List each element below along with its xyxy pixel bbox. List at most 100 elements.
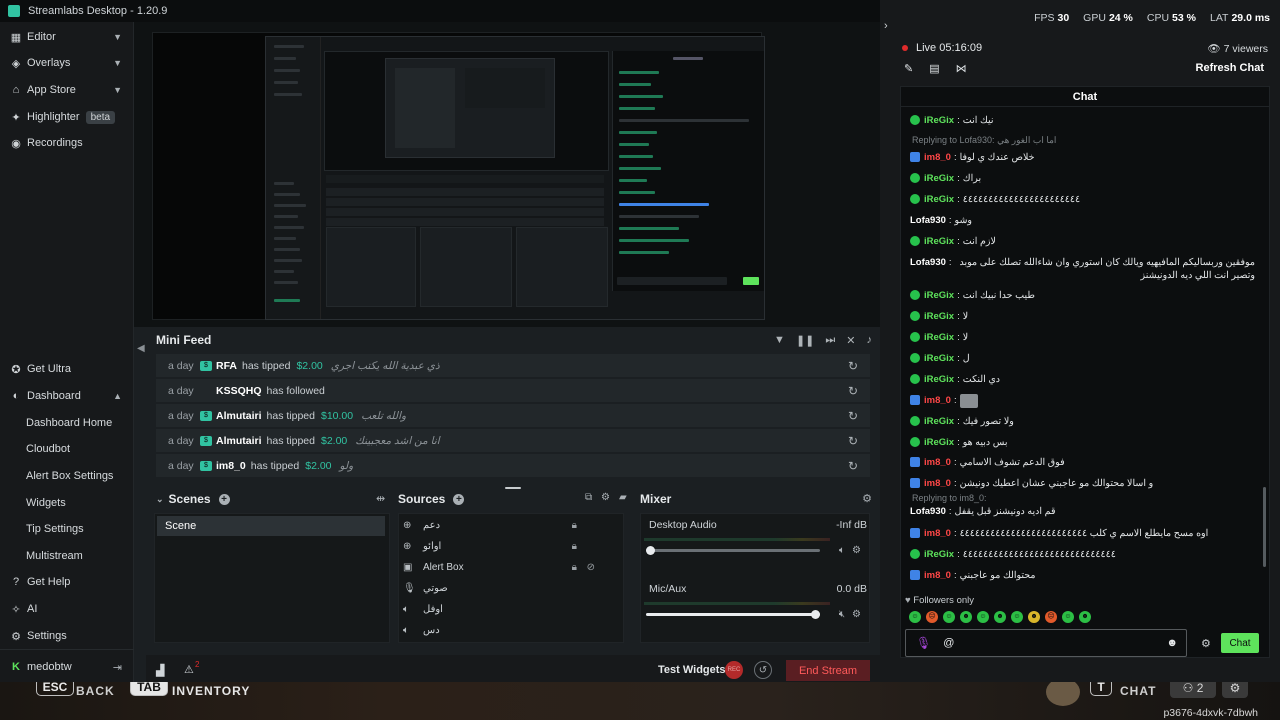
replay-icon[interactable]: ↻: [848, 409, 858, 423]
source-properties-icon[interactable]: ⚙: [601, 492, 610, 503]
volume-slider-knob[interactable]: [646, 546, 655, 555]
mixer-settings-icon[interactable]: ⚙: [862, 492, 872, 505]
emote-icon[interactable]: ☺: [943, 611, 955, 623]
collapse-right-icon[interactable]: ›: [884, 20, 888, 32]
emote-icon[interactable]: ☻: [1028, 611, 1040, 623]
sidebar-item-cloudbot[interactable]: Cloudbot: [0, 436, 134, 462]
emote-icon[interactable]: ☺: [977, 611, 989, 623]
sidebar-item-overlays[interactable]: ◈ Overlays ▼: [0, 50, 134, 76]
chat-username[interactable]: iReGix: [924, 352, 954, 365]
sidebar-item-alert-box-settings[interactable]: Alert Box Settings: [0, 463, 134, 489]
share-icon[interactable]: ⋈: [956, 62, 967, 75]
replay-icon[interactable]: ↻: [848, 384, 858, 398]
emote-icon[interactable]: ☻: [994, 611, 1006, 623]
performance-chart-icon[interactable]: ▟: [156, 664, 164, 677]
mute-icon[interactable]: 🔇︎: [839, 609, 845, 620]
emote-icon[interactable]: ☻: [960, 611, 972, 623]
volume-slider-knob[interactable]: [811, 610, 820, 619]
sidebar-item-app-store[interactable]: ⌂ App Store ▼: [0, 77, 134, 103]
add-source-icon[interactable]: +: [453, 493, 465, 505]
sidebar-item-dashboard[interactable]: ◐ Dashboard ▲: [0, 383, 134, 409]
source-folder-icon[interactable]: ▰: [619, 492, 627, 503]
chat-username[interactable]: im8_0: [924, 456, 951, 469]
chat-username[interactable]: iReGix: [924, 235, 954, 248]
source-item[interactable]: ⊕ اوائو 🔒︎: [403, 536, 621, 557]
refresh-chat-button[interactable]: Refresh Chat: [1196, 62, 1264, 74]
scene-item[interactable]: Scene: [157, 516, 385, 536]
scene-transitions-icon[interactable]: ⇹: [376, 492, 385, 505]
logout-icon[interactable]: ⇥: [113, 661, 122, 674]
speaker-icon[interactable]: 🔈︎: [839, 545, 845, 556]
sidebar-item-settings[interactable]: ⚙ Settings: [0, 623, 134, 649]
lock-icon[interactable]: 🔒︎: [572, 520, 577, 531]
alert-warning-icon[interactable]: ⚠: [184, 663, 194, 676]
collapse-left-icon[interactable]: ◀: [137, 343, 145, 354]
emote-icon[interactable]: ☻: [1079, 611, 1091, 623]
volume-slider[interactable]: [646, 610, 820, 619]
sidebar-item-tip-settings[interactable]: Tip Settings: [0, 516, 134, 542]
source-item[interactable]: 🎙︎ صوتي: [403, 578, 621, 599]
chat-username[interactable]: iReGix: [924, 310, 954, 323]
edit-icon[interactable]: ✎: [904, 62, 913, 75]
sidebar-user[interactable]: K medobtw ⇥: [0, 654, 134, 680]
stream-preview[interactable]: ◀: [134, 22, 888, 366]
collapse-chevron-icon[interactable]: ⌄: [156, 494, 164, 505]
emoji-icon[interactable]: ☻: [1166, 637, 1178, 649]
chat-input[interactable]: 🎙︎ @ ☻: [905, 629, 1187, 657]
lock-icon[interactable]: 🔒︎: [572, 562, 577, 573]
skip-icon[interactable]: ⏭: [825, 334, 835, 347]
chat-username[interactable]: im8_0: [924, 394, 951, 407]
sidebar-item-dashboard-home[interactable]: Dashboard Home: [0, 410, 134, 436]
chat-username[interactable]: iReGix: [924, 289, 954, 302]
chat-username[interactable]: Lofa930: [910, 214, 946, 227]
mute-alerts-icon[interactable]: ✕: [846, 334, 855, 347]
volume-slider[interactable]: [646, 546, 820, 555]
chat-username[interactable]: Lofa930: [910, 256, 946, 269]
chat-username[interactable]: iReGix: [924, 373, 954, 386]
add-scene-icon[interactable]: +: [218, 493, 230, 505]
test-widgets-button[interactable]: Test Widgets: [658, 664, 726, 676]
source-item[interactable]: 🔈︎ دس: [403, 620, 621, 641]
replay-icon[interactable]: ↻: [848, 434, 858, 448]
source-item[interactable]: ⊕ دعم 🔒︎: [403, 515, 621, 536]
chat-username[interactable]: im8_0: [924, 477, 951, 490]
chat-username[interactable]: iReGix: [924, 172, 954, 185]
emote-icon[interactable]: ☺: [909, 611, 921, 623]
pause-icon[interactable]: ❚❚: [796, 334, 814, 347]
chat-settings-icon[interactable]: ⚙: [1201, 637, 1211, 650]
chat-username[interactable]: im8_0: [924, 527, 951, 540]
channel-settings-icon[interactable]: ⚙: [852, 545, 861, 556]
sidebar-item-highlighter[interactable]: ✦ Highlighter beta: [0, 104, 134, 130]
sidebar-item-get-ultra[interactable]: ✪ Get Ultra: [0, 356, 134, 382]
chat-username[interactable]: iReGix: [924, 114, 954, 127]
chat-username[interactable]: im8_0: [924, 569, 951, 582]
chat-scrollbar[interactable]: [1263, 487, 1266, 567]
sidebar-item-recordings[interactable]: ◉ Recordings: [0, 130, 134, 156]
lock-icon[interactable]: 🔒︎: [572, 541, 577, 552]
replay-icon[interactable]: ↻: [848, 459, 858, 473]
chat-username[interactable]: iReGix: [924, 548, 954, 561]
emote-icon[interactable]: ☺: [1011, 611, 1023, 623]
volume-icon[interactable]: ♪: [867, 334, 873, 347]
chat-send-button[interactable]: Chat: [1221, 633, 1259, 653]
chat-username[interactable]: Lofa930: [910, 505, 946, 518]
chat-username[interactable]: im8_0: [924, 151, 951, 164]
sidebar-item-get-help[interactable]: ? Get Help: [0, 569, 134, 595]
source-group-icon[interactable]: ⧉: [585, 492, 592, 503]
chat-username[interactable]: iReGix: [924, 193, 954, 206]
emote-icon[interactable]: ☹: [1045, 611, 1057, 623]
sidebar-item-editor[interactable]: ▦ Editor ▼: [0, 24, 134, 50]
source-item[interactable]: 🔈︎ اوفل: [403, 599, 621, 620]
clipboard-icon[interactable]: ▤: [929, 62, 939, 75]
chat-username[interactable]: iReGix: [924, 436, 954, 449]
emote-icon[interactable]: ☺: [1062, 611, 1074, 623]
sidebar-item-ai[interactable]: ✧ AI: [0, 596, 134, 622]
sidebar-item-multistream[interactable]: Multistream: [0, 543, 134, 569]
mic-icon[interactable]: 🎙︎: [916, 636, 931, 650]
emote-icon[interactable]: ☹: [926, 611, 938, 623]
replay-icon[interactable]: ↻: [848, 359, 858, 373]
chat-username[interactable]: iReGix: [924, 331, 954, 344]
channel-settings-icon[interactable]: ⚙: [852, 609, 861, 620]
end-stream-button[interactable]: End Stream: [786, 660, 870, 681]
eye-hidden-icon[interactable]: ⊘: [587, 562, 595, 573]
